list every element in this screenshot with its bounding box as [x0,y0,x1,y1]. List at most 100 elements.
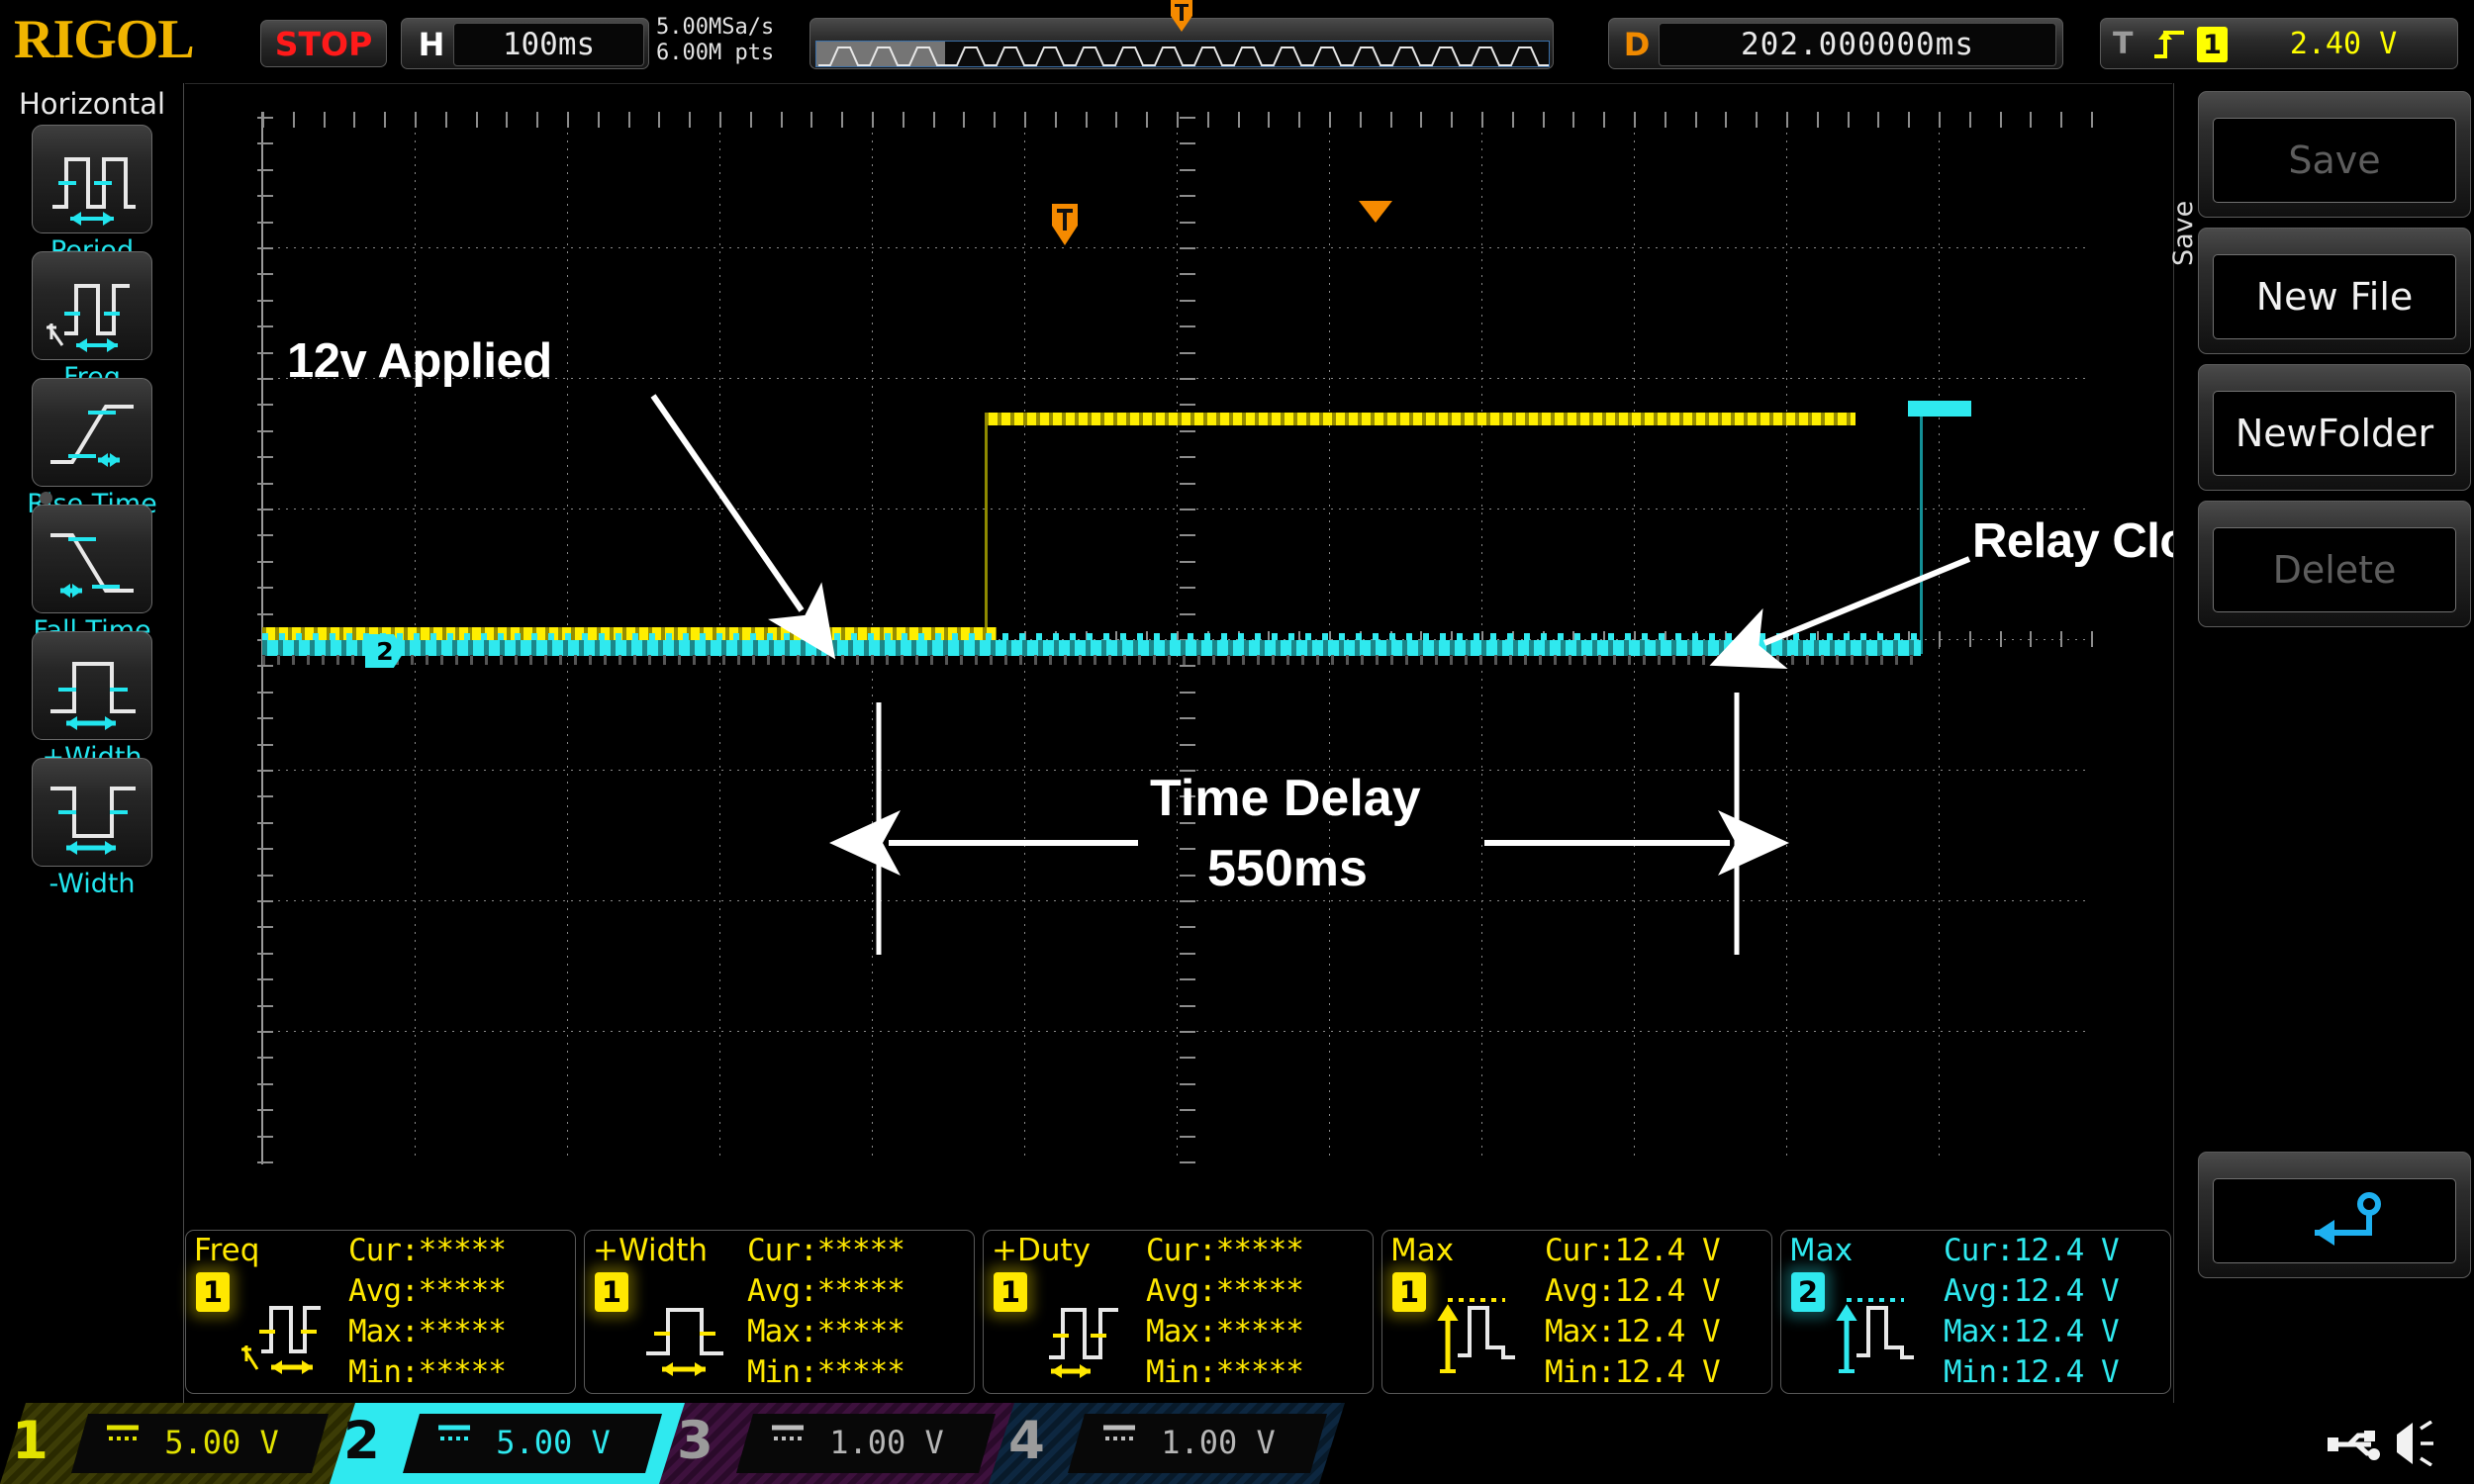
rigol-logo: RIGOL [14,8,194,71]
new-folder-button[interactable]: NewFolder [2213,391,2456,476]
trigger-delay-marker-icon[interactable] [1359,201,1392,223]
waveform-display[interactable]: 0 2 T [185,83,2172,1215]
overview-window [815,41,1550,67]
ch2-high-trace [1908,401,1971,417]
tick [1180,744,1195,746]
menu-item-rise-time[interactable]: Rise Time [32,378,152,519]
trigger-position-marker-icon[interactable] [1050,203,1080,246]
tick [1969,631,1971,647]
tick [1180,352,1195,354]
tick [1180,300,1195,302]
usb-icon [2328,1425,2381,1464]
rise-time-button[interactable] [32,378,152,487]
return-button[interactable] [2213,1178,2456,1263]
timebase-value: 100ms [453,23,644,66]
tick [1180,561,1195,563]
channel-status-bar: 1 5.00 V 2 5.00 V 3 1.00 V [0,1403,2474,1484]
tick [1180,1161,1195,1163]
menu-item-negative-width[interactable]: -Width [32,758,152,899]
positive-width-button[interactable] [32,631,152,740]
tick [1180,692,1195,694]
tick [1180,717,1195,719]
save-slot[interactable]: Save [2198,91,2471,218]
fall-time-button[interactable] [32,505,152,613]
grid-line-horizontal [262,900,2091,901]
tick [1180,900,1195,902]
dc-coupling-icon [768,1422,808,1447]
tick [1180,926,1195,928]
negative-width-label: -Width [13,869,171,899]
frequency-icon [238,1272,341,1383]
measurement-item[interactable]: Max 1 Cur:12.4 V Avg:12.4 V Max:12.4 V M… [1381,1230,1772,1394]
measurement-bar: Freq 1 Cur:***** Avg:***** Max:***** Min… [185,1224,2173,1400]
tick [2091,631,2093,647]
channel-tab-2[interactable]: 2 5.00 V [330,1403,686,1484]
menu-item-fall-time[interactable]: Fall Time [32,505,152,646]
new-file-button[interactable]: New File [2213,254,2456,339]
measurement-min: Min:12.4 V [1545,1352,1720,1393]
measurement-max: Max:***** [348,1312,506,1352]
sample-rate: 5.00MSa/s [656,15,805,41]
channel-value-box: 1.00 V [736,1414,996,1473]
measurement-min: Min:***** [1146,1352,1303,1393]
measurement-item[interactable]: Freq 1 Cur:***** Avg:***** Max:***** Min… [185,1230,576,1394]
measurement-values: Cur:***** Avg:***** Max:***** Min:***** [1146,1231,1303,1393]
channel-number: 2 [343,1411,380,1471]
memory-depth: 6.00M pts [656,41,805,66]
menu-item-freq[interactable]: Freq [32,251,152,393]
channel-scale: 5.00 V [148,1424,295,1461]
trigger-control[interactable]: T 1 2.40 V [2100,18,2458,69]
menu-item-period[interactable]: Period [32,125,152,266]
measurement-values: Cur:***** Avg:***** Max:***** Min:***** [747,1231,904,1393]
tick [1180,169,1195,171]
measurement-item[interactable]: +Duty 1 Cur:***** Avg:***** Max:***** Mi… [983,1230,1374,1394]
new-file-slot[interactable]: New File [2198,228,2471,354]
new-folder-slot[interactable]: NewFolder [2198,364,2471,491]
positive-width-icon [33,632,153,741]
max-icon [1833,1272,1937,1383]
channel-tab-4[interactable]: 4 1.00 V [989,1403,1345,1484]
measurement-cur: Cur:12.4 V [1944,1231,2119,1271]
measurement-item[interactable]: Max 2 Cur:12.4 V Avg:12.4 V Max:12.4 V M… [1780,1230,2171,1394]
period-button[interactable] [32,125,152,233]
tick [1180,665,1195,667]
tick [1180,534,1195,536]
measurement-item[interactable]: +Width 1 Cur:***** Avg:***** Max:***** M… [584,1230,975,1394]
tick [1180,1031,1195,1033]
measurement-min: Min:***** [747,1352,904,1393]
tick [1180,848,1195,850]
horizontal-timebase-control[interactable]: H 100ms [401,18,649,69]
tick [1180,456,1195,458]
freq-button[interactable] [32,251,152,360]
delete-button[interactable]: Delete [2213,527,2456,612]
menu-item-positive-width[interactable]: +Width [32,631,152,773]
measurement-name: Max [1789,1233,1853,1268]
annotation-delay-value: 550ms [1207,839,1368,898]
tick [1180,247,1195,249]
dot [40,492,52,505]
trigger-label: T [2113,27,2133,61]
tick [1180,195,1195,197]
run-stop-button[interactable]: STOP [260,20,387,67]
measurement-name: +Width [593,1233,708,1268]
horizontal-label: H [414,28,449,61]
save-button[interactable]: Save [2213,118,2456,203]
tick [257,1161,273,1163]
tick [1180,875,1195,877]
channel-tab-3[interactable]: 3 1.00 V [659,1403,1015,1484]
annotation-time-delay: Time Delay [1150,769,1421,828]
measurement-name: Freq [194,1233,259,1268]
delay-control[interactable]: D 202.000000ms [1608,18,2063,69]
return-slot[interactable] [2198,1152,2471,1278]
tick [1180,1057,1195,1059]
ch2-rising-edge [1920,405,1923,654]
tick [1180,1136,1195,1138]
negative-width-button[interactable] [32,758,152,867]
waveform-overview-strip[interactable] [809,18,1554,69]
tick [1180,1005,1195,1007]
ch2-low-trace [262,640,1921,656]
channel-tab-1[interactable]: 1 5.00 V [0,1403,356,1484]
max-icon [1434,1272,1538,1383]
delete-slot[interactable]: Delete [2198,501,2471,627]
grid-line-horizontal [262,1031,2091,1032]
